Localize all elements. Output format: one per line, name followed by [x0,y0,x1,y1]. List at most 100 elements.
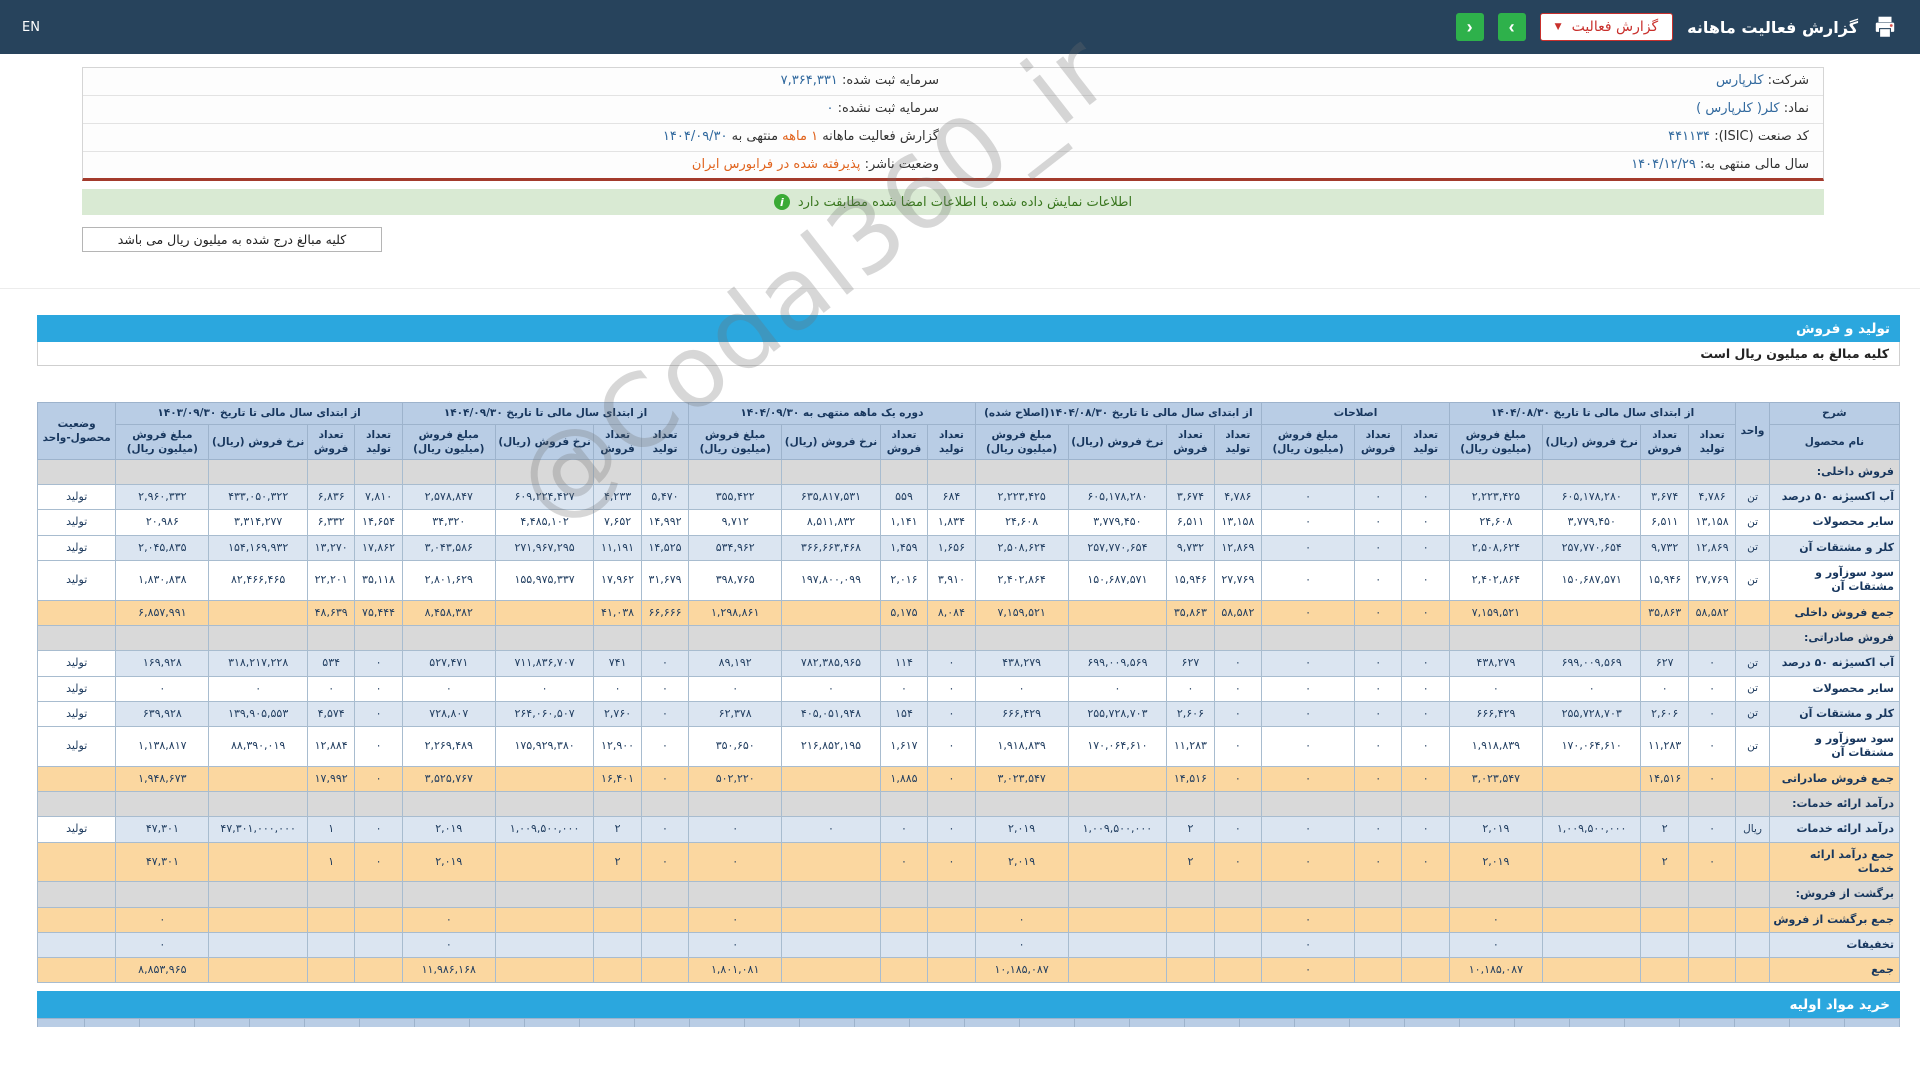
value-cell: ۰ [1354,816,1403,843]
product-name-cell: سایر محصولات [1768,509,1901,536]
value-cell: ۶,۵۱۱ [1640,509,1689,536]
value-cell: ۰ [927,650,976,677]
next-report-button[interactable]: › [1497,13,1526,41]
value-cell: ۰ [354,841,403,883]
value-cell: ۲ [1166,816,1215,843]
status-cell [36,841,117,883]
value-cell: ۲۶۴,۰۶۰,۵۰۷ [494,700,595,728]
value-cell [781,906,881,933]
value-cell: ۰ [1166,675,1215,702]
value-cell: ۱۶۹,۹۲۸ [115,650,210,677]
value-cell: ۶,۳۳۲ [306,509,356,536]
value-cell [593,881,642,908]
value-cell: ۰ [1401,816,1450,843]
product-row: آب اکسیژنه ۵۰ درصد تن ۰ ۶۲۷ ۶۹۹,۰۰۹,۵۶۹ ۴۳۸,۲… [36,650,1901,677]
value-cell: ۲ [593,816,642,843]
value-cell: ۳,۰۲۳,۵۴۷ [974,765,1069,793]
value-cell: ۰ [927,726,976,767]
unit-cell: تن [1735,509,1770,536]
unit-cell: تن [1735,484,1770,511]
value-cell: ۰ [401,675,496,702]
value-cell [927,906,976,933]
value-cell: ۴,۲۳۳ [593,484,642,511]
total-row: جمع درآمد ارائه خدمات ۰ ۲ ۲,۰۱۹ ۰ ۰ ۰ ۰ ۲ ۲,۰۱۹ ۰ ۰… [36,841,1901,883]
value-cell: ۰ [974,931,1069,959]
value-cell [927,957,976,984]
unit-cell [1735,841,1770,883]
status-cell [36,599,117,626]
value-cell: ۰ [640,726,690,767]
report-type-dropdown[interactable]: گزارش فعالیت ▼ [1539,13,1674,41]
value-cell: ۶۳۵,۸۱۷,۵۳۱ [781,484,881,511]
value-cell: ۱۴,۶۵۴ [354,509,403,536]
production-sales-title: تولید و فروش [1796,320,1890,337]
signed-data-notice: اطلاعات نمایش داده شده با اطلاعات امضا ش… [82,189,1824,216]
value-cell: ۰ [1687,675,1737,702]
value-cell: ۱۵,۹۴۶ [1166,560,1215,601]
company-name-cell: شرکت: کلرپارس [953,68,1823,95]
value-cell: ۳,۰۴۳,۵۸۶ [401,534,496,562]
report-period-cell: گزارش فعالیت ماهانه ۱ ماهه منتهی به ۱۴۰۴… [83,124,953,151]
value-cell [1640,458,1689,486]
value-cell [974,881,1069,908]
value-cell: ۰ [1261,931,1356,959]
value-cell: ۷۲۸,۸۰۷ [401,700,496,728]
value-cell: ۲,۰۴۵,۸۳۵ [115,534,210,562]
value-cell: ۱۵۴,۱۶۹,۹۳۲ [208,534,308,562]
value-cell: ۲ [593,841,642,883]
col-subheader-qty_sold: تعداد فروش [306,423,356,460]
value-cell: ۰ [1448,906,1543,933]
value-cell [208,957,308,984]
unit-cell: ریال [1735,816,1770,843]
section-row: درآمد ارائه خدمات: [36,791,1901,818]
value-cell [593,791,642,818]
col-subheader-amount: مبلغ فروش (میلیون ریال) [401,423,496,460]
value-cell: ۴,۷۸۶ [1213,484,1263,511]
value-cell: ۰ [1401,599,1450,626]
col-subheader-amount: مبلغ فروش (میلیون ریال) [115,423,210,460]
value-cell [1067,957,1168,984]
value-cell [640,881,690,908]
value-cell: ۱۳۹,۹۰۵,۵۵۳ [208,700,308,728]
value-cell: ۷۵,۴۴۴ [354,599,403,626]
col-group-header: از ابتدای سال مالی تا تاریخ ۱۴۰۴/۰۸/۳۰ [1448,402,1737,425]
value-cell: ۰ [640,675,690,702]
value-cell: ۰ [1354,675,1403,702]
value-cell: ۰ [1213,726,1263,767]
value-cell [306,458,356,486]
value-cell [1354,906,1403,933]
value-cell: ۰ [1354,534,1403,562]
status-cell: تولید [36,509,117,536]
value-cell [1213,881,1263,908]
col-subheader-rate: نرخ فروش (ریال) [1067,423,1168,460]
section-row: فروش داخلی: [36,458,1901,486]
language-toggle[interactable]: EN [22,20,40,35]
isic-code-value: ۴۴۱۱۳۴ [1668,128,1711,144]
value-cell [1687,957,1737,984]
unit-cell [1735,791,1770,818]
value-cell [781,765,881,793]
value-cell: ۰ [1401,700,1450,728]
value-cell [1067,458,1168,486]
value-cell [208,599,308,626]
value-cell: ۱,۶۵۶ [927,534,976,562]
value-cell: ۰ [1261,534,1356,562]
value-cell: ۲,۲۲۳,۴۲۵ [1448,484,1543,511]
value-cell: ۴,۷۸۶ [1687,484,1737,511]
unit-cell [1735,624,1770,652]
status-cell [36,458,117,486]
value-cell: ۳۱۸,۲۱۷,۲۲۸ [208,650,308,677]
value-cell: ۰ [494,675,595,702]
value-cell: ۸۲,۴۶۶,۴۶۵ [208,560,308,601]
value-cell: ۰ [927,816,976,843]
value-cell [354,906,403,933]
value-cell: ۰ [974,906,1069,933]
value-cell: ۱ [306,816,356,843]
prev-report-button[interactable]: ‹ [1455,13,1484,41]
value-cell: ۰ [1687,726,1737,767]
value-cell: ۲,۶۰۶ [1166,700,1215,728]
value-cell: ۰ [354,675,403,702]
print-icon[interactable] [1872,14,1898,40]
value-cell: ۰ [927,675,976,702]
col-header-desc: شرح [1768,402,1901,425]
